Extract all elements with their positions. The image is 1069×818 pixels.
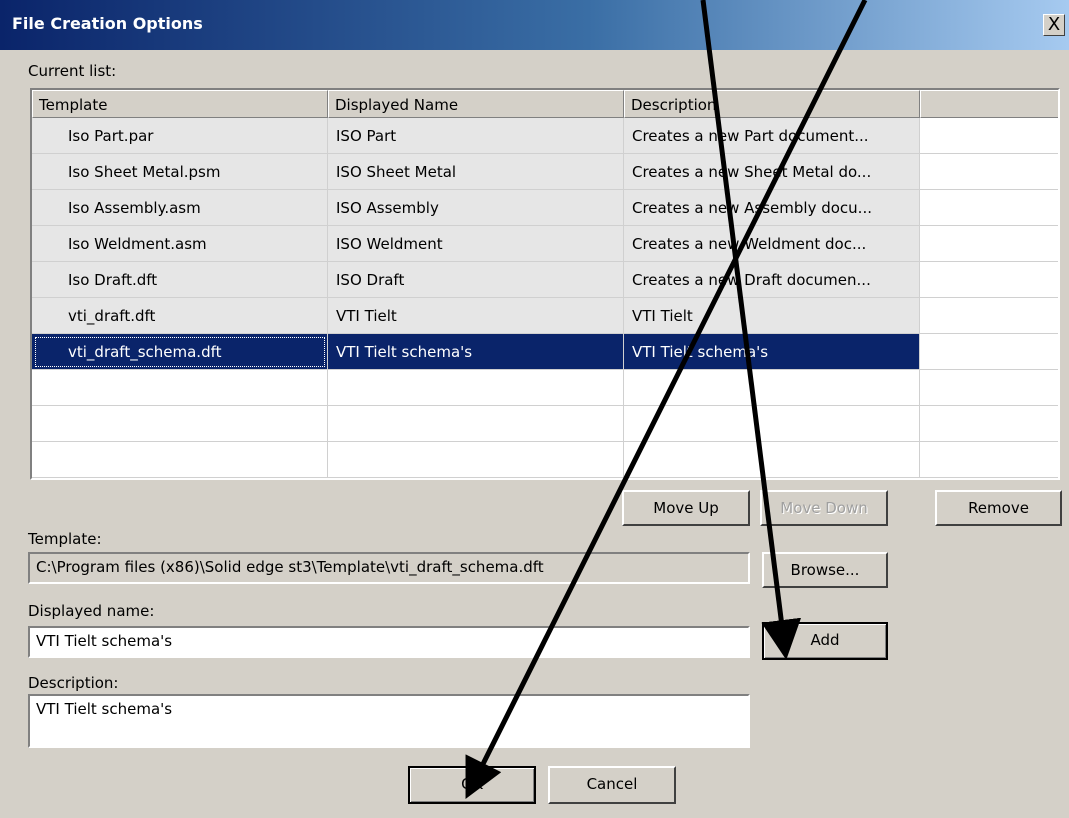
cell-template: Iso Assembly.asm <box>32 190 328 226</box>
cell-empty <box>328 406 624 442</box>
empty-row <box>32 442 1058 478</box>
cell-empty <box>624 406 920 442</box>
description-label: Description: <box>28 674 119 692</box>
table-row[interactable]: Iso Weldment.asm ISO Weldment Creates a … <box>32 226 1058 262</box>
cell-empty <box>920 118 1058 154</box>
cell-empty <box>920 262 1058 298</box>
cell-empty <box>624 442 920 478</box>
move-down-button[interactable]: Move Down <box>760 490 888 526</box>
column-header-displayed-name[interactable]: Displayed Name <box>328 90 624 118</box>
column-header-extra[interactable] <box>920 90 1058 118</box>
cell-template: Iso Weldment.asm <box>32 226 328 262</box>
title-bar: File Creation Options X <box>0 0 1069 50</box>
add-button[interactable]: Add <box>762 622 888 660</box>
cell-description: Creates a new Sheet Metal do... <box>624 154 920 190</box>
cell-template: Iso Sheet Metal.psm <box>32 154 328 190</box>
cell-displayed-name: VTI Tielt schema's <box>328 334 624 370</box>
table-row[interactable]: Iso Sheet Metal.psm ISO Sheet Metal Crea… <box>32 154 1058 190</box>
cell-description: VTI Tielt <box>624 298 920 334</box>
cell-empty <box>920 190 1058 226</box>
cancel-button[interactable]: Cancel <box>548 766 676 804</box>
current-list-label: Current list: <box>28 62 117 80</box>
cell-description: Creates a new Part document... <box>624 118 920 154</box>
empty-row <box>32 406 1058 442</box>
cell-displayed-name: ISO Assembly <box>328 190 624 226</box>
cell-empty <box>328 442 624 478</box>
cell-empty <box>920 370 1058 406</box>
cell-description: VTI Tielt schema's <box>624 334 920 370</box>
cell-template: vti_draft.dft <box>32 298 328 334</box>
table-row[interactable]: vti_draft.dft VTI Tielt VTI Tielt <box>32 298 1058 334</box>
table-row[interactable]: Iso Assembly.asm ISO Assembly Creates a … <box>32 190 1058 226</box>
cell-empty <box>328 370 624 406</box>
list-header: Template Displayed Name Description <box>32 90 1058 118</box>
template-path-field[interactable]: C:\Program files (x86)\Solid edge st3\Te… <box>28 552 750 584</box>
cell-empty <box>920 226 1058 262</box>
cell-empty <box>32 370 328 406</box>
ok-button[interactable]: OK <box>408 766 536 804</box>
template-label: Template: <box>28 530 102 548</box>
table-row-selected[interactable]: vti_draft_schema.dft VTI Tielt schema's … <box>32 334 1058 370</box>
cell-displayed-name: ISO Weldment <box>328 226 624 262</box>
table-row[interactable]: Iso Draft.dft ISO Draft Creates a new Dr… <box>32 262 1058 298</box>
column-header-description[interactable]: Description <box>624 90 920 118</box>
cell-description: Creates a new Weldment doc... <box>624 226 920 262</box>
cell-template: vti_draft_schema.dft <box>32 334 328 370</box>
cell-template: Iso Draft.dft <box>32 262 328 298</box>
cell-empty <box>920 442 1058 478</box>
cell-description: Creates a new Draft documen... <box>624 262 920 298</box>
template-list[interactable]: Template Displayed Name Description Iso … <box>30 88 1060 480</box>
displayed-name-input[interactable]: VTI Tielt schema's <box>28 626 750 658</box>
cell-displayed-name: ISO Part <box>328 118 624 154</box>
table-row[interactable]: Iso Part.par ISO Part Creates a new Part… <box>32 118 1058 154</box>
remove-button[interactable]: Remove <box>935 490 1062 526</box>
cell-displayed-name: ISO Sheet Metal <box>328 154 624 190</box>
cell-template: Iso Part.par <box>32 118 328 154</box>
move-up-button[interactable]: Move Up <box>622 490 750 526</box>
description-input[interactable]: VTI Tielt schema's <box>28 694 750 748</box>
cell-empty <box>920 406 1058 442</box>
cell-empty <box>32 442 328 478</box>
browse-button[interactable]: Browse... <box>762 552 888 588</box>
cell-empty <box>920 298 1058 334</box>
cell-displayed-name: VTI Tielt <box>328 298 624 334</box>
cell-displayed-name: ISO Draft <box>328 262 624 298</box>
displayed-name-label: Displayed name: <box>28 602 155 620</box>
column-header-template[interactable]: Template <box>32 90 328 118</box>
cell-empty <box>32 406 328 442</box>
cell-empty <box>920 334 1058 370</box>
window-title: File Creation Options <box>12 14 203 33</box>
cell-empty <box>920 154 1058 190</box>
empty-row <box>32 370 1058 406</box>
cell-empty <box>624 370 920 406</box>
close-button[interactable]: X <box>1043 14 1065 36</box>
cell-description: Creates a new Assembly docu... <box>624 190 920 226</box>
